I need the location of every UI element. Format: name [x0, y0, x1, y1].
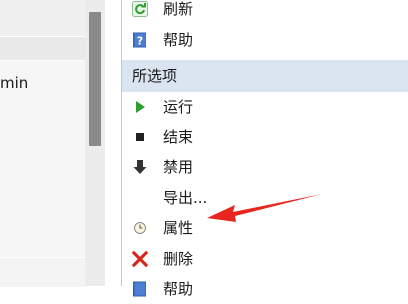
action-label: 帮助: [163, 280, 194, 298]
list-cell-text: min: [0, 74, 29, 92]
action-label: 禁用: [163, 158, 194, 176]
help-icon: ?: [132, 32, 148, 48]
disable-arrow-icon: [132, 159, 148, 175]
svg-text:?: ?: [137, 35, 143, 48]
action-help[interactable]: ? 帮助: [122, 25, 408, 55]
list-row[interactable]: [0, 257, 85, 287]
action-label: 运行: [163, 98, 194, 116]
action-label: 导出...: [163, 189, 208, 207]
action-run[interactable]: 运行: [122, 92, 408, 122]
stop-icon: [132, 129, 148, 145]
action-label: 帮助: [163, 31, 194, 49]
left-list-pane: min: [0, 0, 85, 287]
list-row[interactable]: [0, 36, 85, 61]
refresh-icon: [132, 1, 148, 17]
actions-pane: 刷新 ? 帮助 所选项 运行 结束 禁用 导出... 属性 删除 帮助: [122, 0, 408, 298]
list-row[interactable]: [0, 0, 85, 36]
action-properties[interactable]: 属性: [122, 213, 408, 243]
action-disable[interactable]: 禁用: [122, 152, 408, 182]
action-label: 结束: [163, 128, 194, 146]
action-end[interactable]: 结束: [122, 122, 408, 152]
section-title: 所选项: [132, 67, 178, 85]
action-help-bottom[interactable]: 帮助: [122, 274, 408, 304]
action-delete[interactable]: 删除: [122, 244, 408, 274]
section-header-selected-item[interactable]: 所选项: [122, 60, 408, 92]
play-icon: [132, 99, 148, 115]
action-export[interactable]: 导出...: [122, 183, 408, 213]
properties-icon: [132, 220, 148, 236]
scrollbar-thumb[interactable]: [89, 12, 101, 146]
pane-splitter[interactable]: [105, 0, 122, 286]
action-label: 刷新: [163, 0, 194, 18]
action-label: 属性: [163, 219, 194, 237]
delete-x-icon: [132, 251, 148, 267]
action-label: 删除: [163, 250, 194, 268]
action-refresh[interactable]: 刷新: [122, 0, 408, 24]
help-icon: [132, 281, 148, 297]
